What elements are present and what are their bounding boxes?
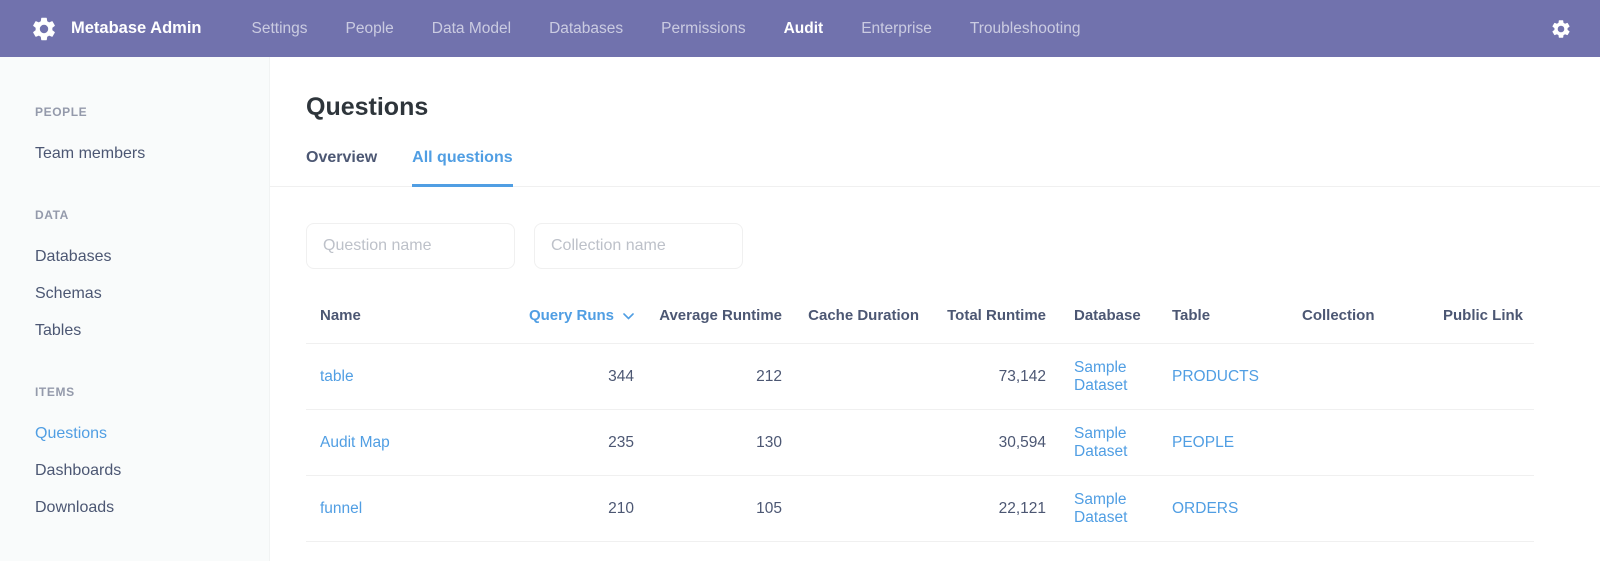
table-row: funnel 210 105 22,121 Sample Dataset ORD…	[306, 476, 1534, 542]
sidebar-section-label-people: PEOPLE	[35, 105, 269, 119]
nav-item-people[interactable]: People	[346, 20, 394, 38]
public-link-value	[1443, 476, 1534, 542]
column-header-database[interactable]: Database	[1046, 295, 1172, 344]
nav-item-audit[interactable]: Audit	[784, 20, 824, 38]
sidebar-item-downloads[interactable]: Downloads	[35, 489, 269, 526]
cache-duration-value	[782, 410, 919, 476]
nav-item-troubleshooting[interactable]: Troubleshooting	[970, 20, 1081, 38]
table-link[interactable]: PRODUCTS	[1172, 368, 1259, 385]
sidebar-item-dashboards[interactable]: Dashboards	[35, 452, 269, 489]
table-header-row: Name Query Runs Average Runtime Cache Du…	[306, 295, 1534, 344]
gear-icon[interactable]	[1550, 18, 1572, 40]
sidebar-section-label-data: DATA	[35, 208, 269, 222]
total-runtime-value: 73,142	[919, 344, 1046, 410]
nav-item-settings[interactable]: Settings	[252, 20, 308, 38]
nav-item-data-model[interactable]: Data Model	[432, 20, 511, 38]
database-link[interactable]: Sample Dataset	[1074, 425, 1127, 460]
sidebar-section-items: ITEMS Questions Dashboards Downloads	[35, 385, 269, 526]
table-row: Audit Map 235 130 30,594 Sample Dataset …	[306, 410, 1534, 476]
nav-item-permissions[interactable]: Permissions	[661, 20, 745, 38]
cache-duration-value	[782, 476, 919, 542]
page-title: Questions	[270, 57, 1600, 122]
collection-value	[1302, 410, 1443, 476]
nav-item-databases[interactable]: Databases	[549, 20, 623, 38]
column-header-average-runtime[interactable]: Average Runtime	[634, 295, 782, 344]
filter-bar	[306, 223, 1600, 269]
database-link[interactable]: Sample Dataset	[1074, 359, 1127, 394]
column-header-collection[interactable]: Collection	[1302, 295, 1443, 344]
cache-duration-value	[782, 344, 919, 410]
column-header-query-runs-label: Query Runs	[529, 307, 614, 324]
nav-item-enterprise[interactable]: Enterprise	[861, 20, 932, 38]
brand-title: Metabase Admin	[71, 19, 202, 38]
sidebar-item-questions[interactable]: Questions	[35, 415, 269, 452]
metabase-gear-logo-icon	[30, 15, 58, 43]
table-link[interactable]: PEOPLE	[1172, 434, 1234, 451]
question-name-link[interactable]: funnel	[320, 500, 362, 517]
query-runs-value: 210	[519, 476, 634, 542]
sidebar-item-tables[interactable]: Tables	[35, 312, 269, 349]
table-link[interactable]: ORDERS	[1172, 500, 1238, 517]
total-runtime-value: 22,121	[919, 476, 1046, 542]
database-link[interactable]: Sample Dataset	[1074, 491, 1127, 526]
collection-value	[1302, 344, 1443, 410]
column-header-public-link[interactable]: Public Link	[1443, 295, 1534, 344]
tab-all-questions[interactable]: All questions	[412, 149, 512, 186]
public-link-value	[1443, 410, 1534, 476]
tab-bar: Overview All questions	[270, 149, 1600, 187]
sidebar-section-people: PEOPLE Team members	[35, 105, 269, 172]
metabase-admin-logo[interactable]: Metabase Admin	[30, 15, 202, 43]
question-name-input[interactable]	[306, 223, 515, 269]
admin-nav: Settings People Data Model Databases Per…	[252, 20, 1119, 38]
column-header-total-runtime[interactable]: Total Runtime	[919, 295, 1046, 344]
main-content: Questions Overview All questions Name	[270, 57, 1600, 561]
sidebar-item-team-members[interactable]: Team members	[35, 135, 269, 172]
public-link-value	[1443, 344, 1534, 410]
question-name-link[interactable]: Audit Map	[320, 434, 390, 451]
column-header-name[interactable]: Name	[306, 295, 519, 344]
top-navbar: Metabase Admin Settings People Data Mode…	[0, 0, 1600, 57]
audit-sidebar: PEOPLE Team members DATA Databases Schem…	[0, 57, 270, 561]
collection-name-input[interactable]	[534, 223, 743, 269]
collection-value	[1302, 476, 1443, 542]
tab-overview[interactable]: Overview	[306, 149, 377, 186]
table-row: table 344 212 73,142 Sample Dataset PROD…	[306, 344, 1534, 410]
total-runtime-value: 30,594	[919, 410, 1046, 476]
questions-table: Name Query Runs Average Runtime Cache Du…	[306, 295, 1534, 542]
query-runs-value: 235	[519, 410, 634, 476]
column-header-table[interactable]: Table	[1172, 295, 1302, 344]
query-runs-value: 344	[519, 344, 634, 410]
column-header-cache-duration[interactable]: Cache Duration	[782, 295, 919, 344]
question-name-link[interactable]: table	[320, 368, 354, 385]
sidebar-section-label-items: ITEMS	[35, 385, 269, 399]
chevron-down-icon	[623, 307, 634, 324]
sidebar-section-data: DATA Databases Schemas Tables	[35, 208, 269, 349]
average-runtime-value: 130	[634, 410, 782, 476]
column-header-query-runs[interactable]: Query Runs	[519, 295, 634, 344]
average-runtime-value: 105	[634, 476, 782, 542]
sidebar-item-schemas[interactable]: Schemas	[35, 275, 269, 312]
average-runtime-value: 212	[634, 344, 782, 410]
sidebar-item-databases[interactable]: Databases	[35, 238, 269, 275]
